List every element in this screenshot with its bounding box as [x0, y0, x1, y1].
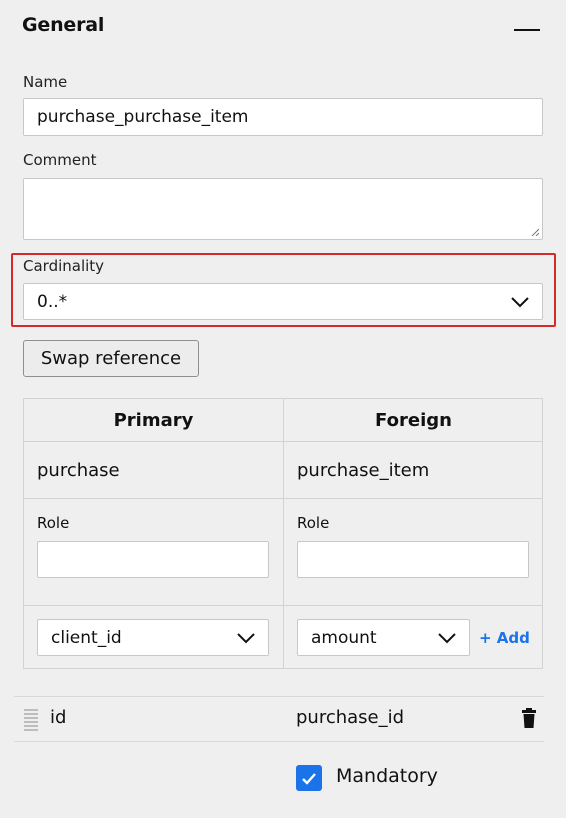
primary-column-value: client_id: [51, 627, 122, 648]
comment-label: Comment: [23, 151, 97, 169]
row-divider: [24, 605, 542, 606]
mapping-foreign-column: purchase_id: [296, 707, 405, 728]
name-input[interactable]: purchase_purchase_item: [23, 98, 543, 136]
mandatory-checkbox[interactable]: [296, 765, 322, 791]
foreign-header: Foreign: [375, 409, 452, 431]
foreign-column-value: amount: [311, 627, 377, 648]
chevron-down-icon: [237, 632, 255, 643]
chevron-down-icon: [438, 632, 456, 643]
primary-entity: purchase: [37, 460, 120, 481]
header-divider: [24, 441, 542, 442]
mapping-divider-bottom: [14, 741, 544, 742]
cardinality-select[interactable]: 0..*: [23, 283, 543, 320]
check-icon: [302, 772, 316, 785]
cardinality-label: Cardinality: [23, 257, 105, 275]
reference-table: Primary Foreign purchase purchase_item R…: [23, 398, 543, 669]
comment-textarea[interactable]: [23, 178, 543, 240]
primary-role-label: Role: [37, 514, 70, 532]
mapping-primary-column: id: [50, 707, 67, 728]
foreign-entity: purchase_item: [297, 460, 430, 481]
mandatory-label: Mandatory: [336, 765, 438, 787]
primary-column-select[interactable]: client_id: [37, 619, 269, 656]
primary-role-input[interactable]: [37, 541, 269, 578]
foreign-role-label: Role: [297, 514, 330, 532]
add-column-link[interactable]: + Add: [479, 629, 530, 647]
cardinality-value: 0..*: [37, 291, 68, 312]
name-label: Name: [23, 73, 68, 91]
resize-grip-icon[interactable]: [531, 228, 539, 236]
mapping-divider-top: [14, 696, 544, 697]
foreign-role-input[interactable]: [297, 541, 529, 578]
primary-header: Primary: [113, 409, 194, 431]
drag-handle-icon[interactable]: [24, 709, 38, 732]
foreign-column-select[interactable]: amount: [297, 619, 470, 656]
section-title: General: [22, 14, 105, 36]
swap-reference-button[interactable]: Swap reference: [23, 340, 199, 377]
minus-icon[interactable]: [514, 29, 540, 31]
row-divider: [24, 498, 542, 499]
chevron-down-icon: [511, 296, 529, 307]
trash-icon[interactable]: [521, 708, 537, 728]
